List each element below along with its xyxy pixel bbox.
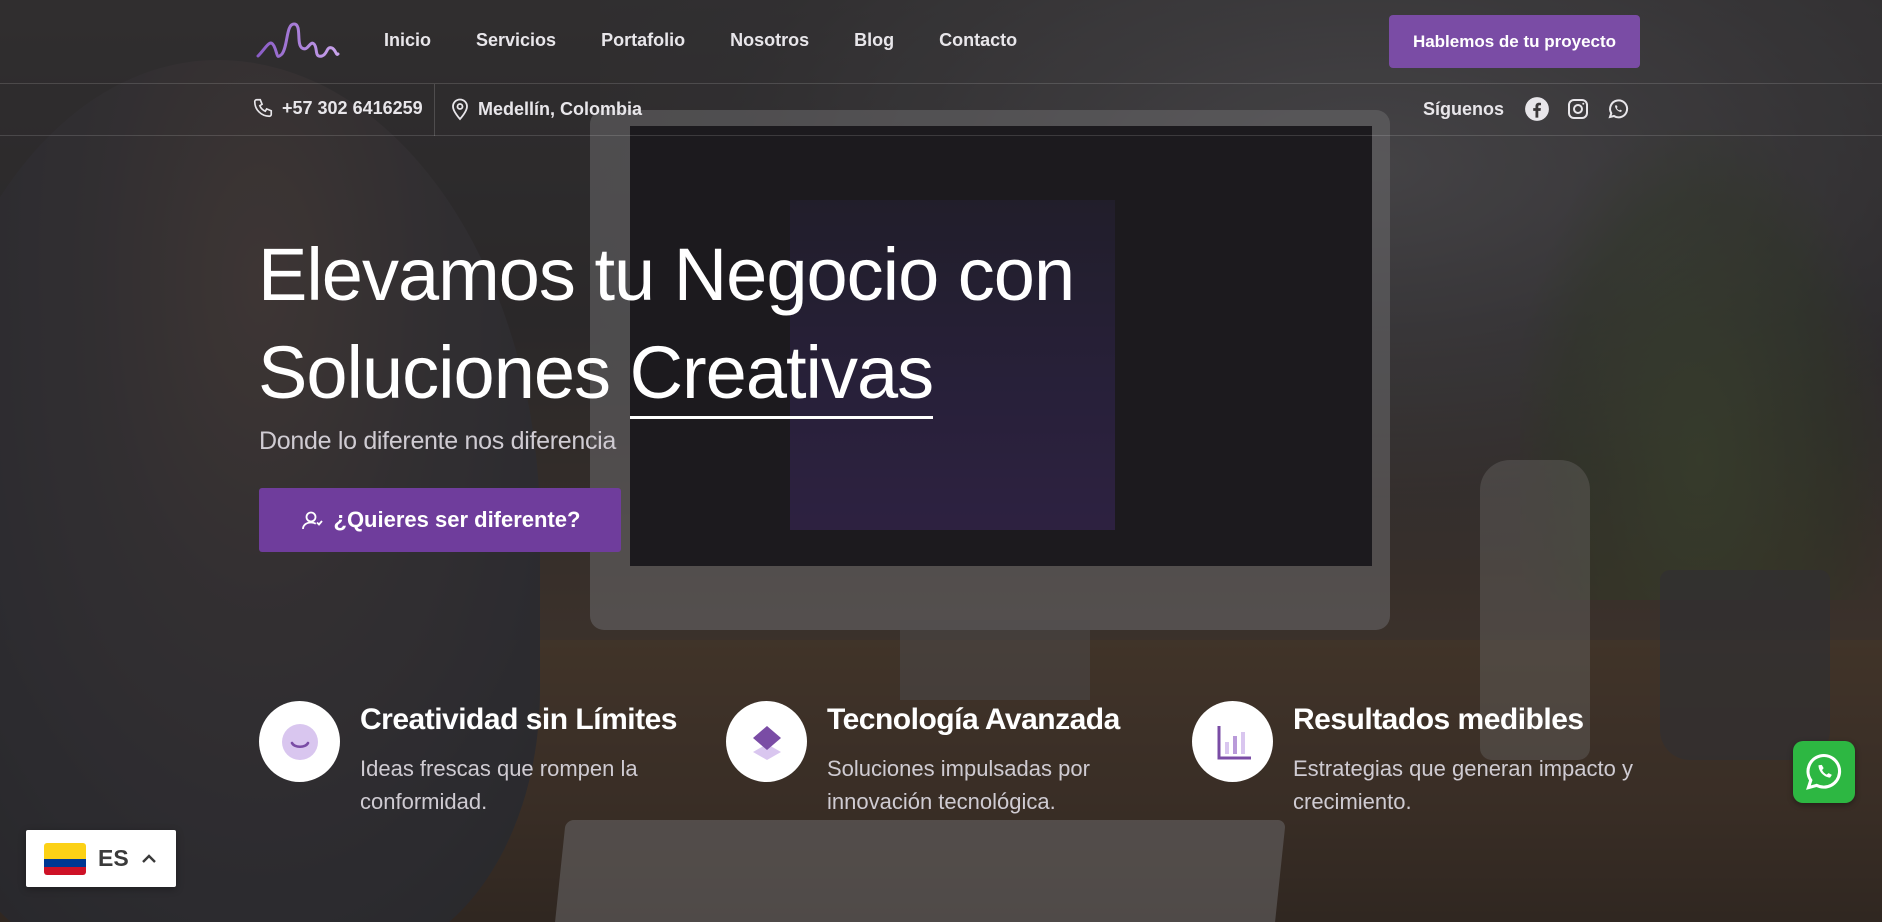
hero-subtitle: Donde lo diferente nos diferencia [259,427,617,455]
user-headset-icon [301,511,323,530]
feature-technology: Tecnología Avanzada Soluciones impulsada… [726,701,1166,821]
language-code: ES [98,845,129,871]
layers-icon [752,725,781,760]
feature-icon-circle [259,701,340,782]
contact-bar: +57 302 6416259 Medellín, Colombia Sígue… [0,84,1882,136]
instagram-icon[interactable] [1566,97,1590,121]
feature-description: Ideas frescas que rompen la conformidad. [360,756,638,814]
feature-icon-circle [726,701,807,782]
social-links: Síguenos [1423,96,1630,122]
phone-icon [253,98,273,118]
hero-title-line2-prefix: Soluciones [258,331,611,414]
whatsapp-float-button[interactable] [1793,741,1855,803]
feature-title: Resultados medibles [1293,703,1584,736]
menu-item-blog[interactable]: Blog [854,30,894,51]
menu-item-servicios[interactable]: Servicios [476,30,556,51]
bar-chart-icon [1217,725,1251,759]
brand-logo[interactable] [256,18,340,64]
menu-item-inicio[interactable]: Inicio [384,30,431,51]
phone-number: +57 302 6416259 [282,97,423,118]
hero-title-accent: Creativas [629,331,934,419]
feature-title: Creatividad sin Límites [360,703,677,736]
map-pin-icon [452,98,468,121]
menu-item-nosotros[interactable]: Nosotros [730,30,809,51]
main-menu: Inicio Servicios Portafolio Nosotros Blo… [384,30,1062,51]
hero-title-line1: Elevamos tu Negocio con [258,233,1075,316]
project-cta-button[interactable]: Hablemos de tu proyecto [1389,15,1640,68]
divider [434,84,435,136]
hero-title: Elevamos tu Negocio con Soluciones Creat… [258,226,1258,422]
feature-creativity: Creatividad sin Límites Ideas frescas qu… [259,701,699,821]
chevron-up-icon [141,853,156,863]
colombia-flag-icon [44,842,86,875]
whatsapp-icon[interactable] [1606,97,1630,121]
feature-description: Estrategias que generan impacto y crecim… [1293,756,1633,814]
feature-title: Tecnología Avanzada [827,703,1120,736]
location-text: Medellín, Colombia [478,98,643,119]
location-link[interactable]: Medellín, Colombia [450,97,642,121]
feature-description: Soluciones impulsadas por innovación tec… [827,756,1090,814]
phone-link[interactable]: +57 302 6416259 [252,97,423,119]
menu-item-contacto[interactable]: Contacto [939,30,1017,51]
main-header: Inicio Servicios Portafolio Nosotros Blo… [0,0,1882,84]
language-selector[interactable]: ES [26,830,176,887]
menu-item-portafolio[interactable]: Portafolio [601,30,685,51]
smile-icon [281,723,318,760]
be-different-button[interactable]: ¿Quieres ser diferente? [259,488,621,552]
feature-icon-circle [1192,701,1273,782]
follow-label: Síguenos [1423,98,1505,119]
be-different-label: ¿Quieres ser diferente? [333,507,581,532]
feature-results: Resultados medibles Estrategias que gene… [1192,701,1633,821]
facebook-icon[interactable] [1524,96,1550,122]
whatsapp-icon [1806,754,1842,790]
